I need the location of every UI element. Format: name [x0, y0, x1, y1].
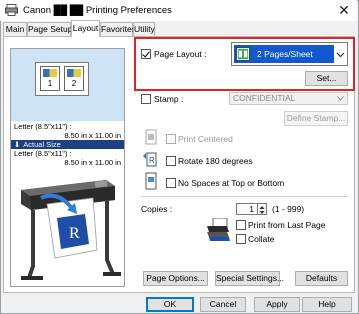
collate-label: Collate — [248, 234, 275, 244]
apply-button[interactable]: Apply — [254, 297, 300, 312]
print-from-last-page-checkbox[interactable] — [236, 220, 246, 230]
rotate-180-checkbox[interactable] — [166, 156, 176, 166]
define-stamp-button[interactable]: Define Stamp... — [284, 111, 348, 126]
divider — [141, 196, 348, 197]
printer-illustration: R — [11, 170, 124, 286]
two-pages-icon — [236, 47, 250, 61]
cancel-button[interactable]: Cancel — [200, 297, 246, 312]
copies-input[interactable]: 1 — [236, 203, 258, 215]
chevron-down-icon — [336, 52, 345, 58]
stamp-label: Stamp : — [154, 94, 184, 104]
tab-layout[interactable]: Layout — [71, 20, 100, 37]
preview-page-2: 2 — [64, 66, 84, 91]
rotate-180-label: Rotate 180 degrees — [178, 156, 253, 166]
print-centered-icon — [145, 129, 157, 145]
large-format-printer-icon: R — [21, 180, 121, 280]
paper-size-label: Letter (8.5"x11") : — [14, 122, 72, 131]
help-button[interactable]: Help — [302, 297, 352, 312]
ok-button[interactable]: OK — [146, 297, 194, 312]
actual-size-row: ⬇ Actual Size — [11, 140, 124, 149]
preview-page-1: 1 — [40, 66, 60, 91]
stamp-dropdown[interactable]: CONFIDENTIAL — [229, 92, 348, 105]
stamp-checkbox[interactable] — [141, 94, 151, 104]
print-centered-checkbox[interactable] — [166, 134, 176, 144]
poster-letter: R — [69, 225, 80, 242]
no-spaces-icon — [145, 172, 157, 190]
preview-sheet: 1 2 — [35, 62, 89, 96]
collate-checkbox[interactable] — [236, 234, 246, 244]
copies-spinner[interactable] — [258, 203, 267, 215]
rotate-icon: R — [143, 152, 157, 167]
chevron-down-icon — [337, 96, 344, 101]
page-options-button[interactable]: Page Options... — [143, 271, 208, 286]
copies-range: (1 - 999) — [272, 204, 305, 214]
selected-layout: 2 Pages/Sheet — [234, 45, 334, 63]
no-spaces-label: No Spaces at Top or Bottom — [178, 178, 285, 188]
selected-layout-text: 2 Pages/Sheet — [257, 49, 313, 59]
print-from-last-page-label: Print from Last Page — [248, 220, 326, 230]
page-layout-dropdown[interactable]: 2 Pages/Sheet — [231, 42, 348, 66]
paper-dimensions: 8.50 in x 11.00 in — [64, 131, 121, 140]
page-layout-checkbox[interactable] — [141, 49, 151, 59]
tab-favorites[interactable]: Favorites — [100, 22, 136, 36]
tab-main[interactable]: Main — [3, 22, 27, 36]
page-number: 2 — [71, 79, 77, 88]
down-arrow-icon: ⬇ — [14, 140, 21, 149]
set-button[interactable]: Set... — [305, 71, 348, 86]
stamp-value: CONFIDENTIAL — [233, 93, 296, 103]
title-bar: Canon ██ ██ Printing Preferences ✕ — [0, 0, 357, 21]
printer-icon — [5, 4, 18, 16]
close-button[interactable]: ✕ — [335, 2, 353, 18]
tab-utility[interactable]: Utility — [133, 22, 155, 36]
svg-text:R: R — [149, 156, 155, 165]
spinner-arrows-icon — [259, 206, 265, 214]
page-layout-label: Page Layout : — [154, 49, 207, 59]
output-size-label: Letter (8.5"x11") : — [14, 149, 72, 158]
collate-stack-icon — [207, 218, 230, 241]
window-title: Canon ██ ██ Printing Preferences — [23, 5, 172, 16]
page-number: 1 — [47, 79, 53, 88]
tab-page-setup[interactable]: Page Setup — [27, 22, 72, 36]
copies-label: Copies : — [141, 204, 173, 214]
actual-size-label: Actual Size — [23, 140, 61, 149]
paper-info: Letter (8.5"x11") : 8.50 in x 11.00 in ⬇… — [11, 122, 124, 167]
output-dimensions: 8.50 in x 11.00 in — [64, 158, 121, 167]
defaults-button[interactable]: Defaults — [295, 271, 348, 286]
print-centered-label: Print Centered — [178, 134, 233, 144]
no-spaces-checkbox[interactable] — [166, 178, 176, 188]
special-settings-button[interactable]: Special Settings... — [215, 271, 284, 286]
